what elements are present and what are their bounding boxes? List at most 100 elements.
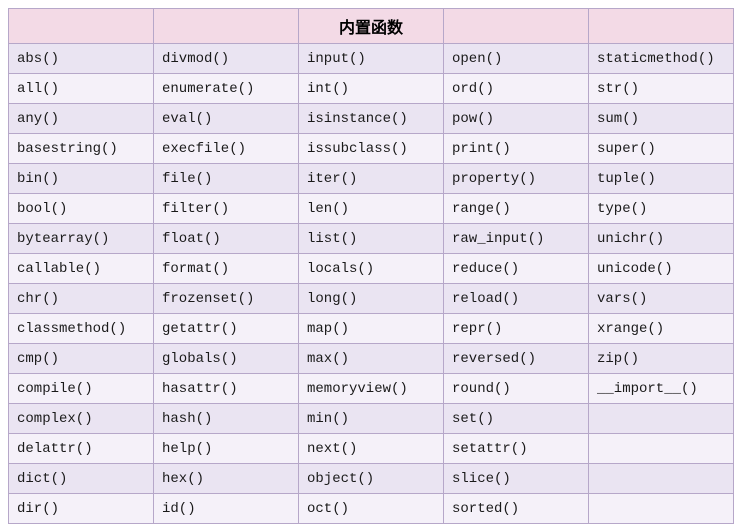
table-cell: tuple() [589,164,734,194]
table-row: callable()format()locals()reduce()unicod… [9,254,734,284]
table-cell: unicode() [589,254,734,284]
table-cell: open() [444,44,589,74]
table-cell: print() [444,134,589,164]
header-blank-3 [444,9,589,44]
table-cell: all() [9,74,154,104]
table-cell: reload() [444,284,589,314]
header-blank-2 [154,9,299,44]
table-cell: bytearray() [9,224,154,254]
table-cell: property() [444,164,589,194]
table-cell: object() [299,464,444,494]
table-cell: hex() [154,464,299,494]
table-cell: map() [299,314,444,344]
table-row: bool()filter()len()range()type() [9,194,734,224]
table-cell: delattr() [9,434,154,464]
header-row: 内置函数 [9,9,734,44]
table-cell: help() [154,434,299,464]
header-blank-1 [9,9,154,44]
table-row: any()eval()isinstance()pow()sum() [9,104,734,134]
table-cell: next() [299,434,444,464]
table-cell: execfile() [154,134,299,164]
table-cell: float() [154,224,299,254]
table-cell: set() [444,404,589,434]
table-cell: globals() [154,344,299,374]
table-cell: xrange() [589,314,734,344]
table-cell: divmod() [154,44,299,74]
table-cell: enumerate() [154,74,299,104]
table-cell: str() [589,74,734,104]
table-cell: super() [589,134,734,164]
table-cell: len() [299,194,444,224]
table-row: bytearray()float()list()raw_input()unich… [9,224,734,254]
table-cell: raw_input() [444,224,589,254]
table-row: complex()hash()min()set() [9,404,734,434]
table-cell: eval() [154,104,299,134]
table-cell: sorted() [444,494,589,524]
table-cell: locals() [299,254,444,284]
table-cell: memoryview() [299,374,444,404]
table-row: abs()divmod()input()open()staticmethod() [9,44,734,74]
table-row: basestring()execfile()issubclass()print(… [9,134,734,164]
table-row: dir()id()oct()sorted() [9,494,734,524]
table-cell: zip() [589,344,734,374]
table-cell [589,404,734,434]
table-cell: dict() [9,464,154,494]
table-cell: hasattr() [154,374,299,404]
table-cell: ord() [444,74,589,104]
table-row: dict()hex()object()slice() [9,464,734,494]
table-cell: input() [299,44,444,74]
table-cell: vars() [589,284,734,314]
table-cell: frozenset() [154,284,299,314]
table-cell: iter() [299,164,444,194]
table-cell: cmp() [9,344,154,374]
table-cell: round() [444,374,589,404]
table-cell: oct() [299,494,444,524]
table-row: all()enumerate()int()ord()str() [9,74,734,104]
header-title: 内置函数 [299,9,444,44]
table-cell: classmethod() [9,314,154,344]
table-cell: isinstance() [299,104,444,134]
table-row: chr()frozenset()long()reload()vars() [9,284,734,314]
table-cell: any() [9,104,154,134]
table-cell: type() [589,194,734,224]
table-cell: repr() [444,314,589,344]
table-cell: unichr() [589,224,734,254]
table-cell: bool() [9,194,154,224]
table-row: cmp()globals()max()reversed()zip() [9,344,734,374]
table-cell: long() [299,284,444,314]
table-cell [589,494,734,524]
table-cell: basestring() [9,134,154,164]
table-cell: complex() [9,404,154,434]
table-cell: list() [299,224,444,254]
table-row: delattr()help()next()setattr() [9,434,734,464]
table-cell: hash() [154,404,299,434]
table-cell: bin() [9,164,154,194]
table-cell [589,434,734,464]
table-cell: issubclass() [299,134,444,164]
table-cell: callable() [9,254,154,284]
table-cell: reversed() [444,344,589,374]
table-cell: staticmethod() [589,44,734,74]
builtin-functions-table: 内置函数 abs()divmod()input()open()staticmet… [8,8,734,524]
table-cell: file() [154,164,299,194]
table-cell: chr() [9,284,154,314]
table-cell: int() [299,74,444,104]
table-cell: getattr() [154,314,299,344]
table-cell: dir() [9,494,154,524]
header-blank-4 [589,9,734,44]
table-cell: pow() [444,104,589,134]
table-cell: id() [154,494,299,524]
table-cell: range() [444,194,589,224]
table-cell: reduce() [444,254,589,284]
table-cell: __import__() [589,374,734,404]
table-row: bin()file()iter()property()tuple() [9,164,734,194]
table-row: compile()hasattr()memoryview()round()__i… [9,374,734,404]
table-cell: compile() [9,374,154,404]
table-cell: max() [299,344,444,374]
table-cell: filter() [154,194,299,224]
table-cell: abs() [9,44,154,74]
table-cell: slice() [444,464,589,494]
table-row: classmethod()getattr()map()repr()xrange(… [9,314,734,344]
table-cell: sum() [589,104,734,134]
table-cell: format() [154,254,299,284]
